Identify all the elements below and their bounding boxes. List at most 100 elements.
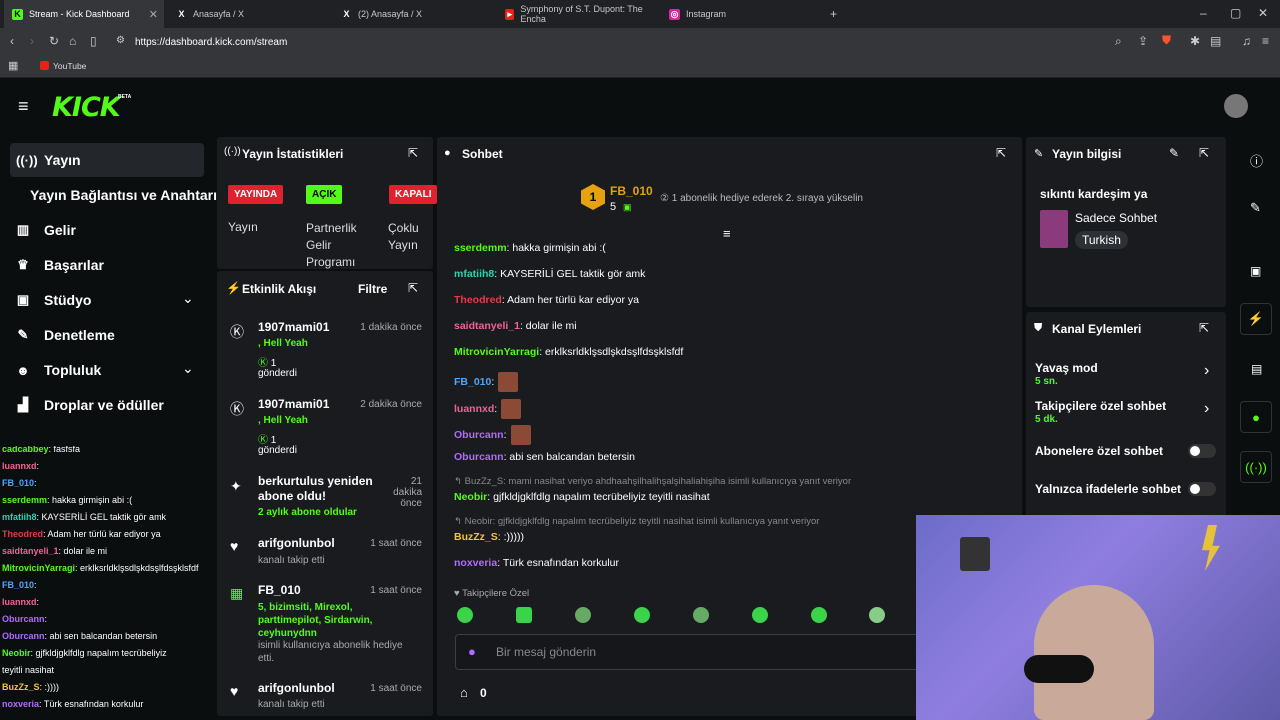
top-gifter-name[interactable]: FB_010 <box>610 184 653 198</box>
tab-x-home[interactable]: X Anasayfa / X <box>168 0 328 28</box>
menu-icon[interactable]: ≡ <box>1262 34 1269 48</box>
sidebar-toggle-icon[interactable]: ▤ <box>1210 34 1221 48</box>
sidebar-item-yayin[interactable]: ((·)) Yayın <box>16 152 81 168</box>
zoom-icon[interactable]: ⌕ <box>1115 34 1122 49</box>
feed-item: ✦ berkurtulus yeniden abone oldu! 21 dak… <box>230 474 422 518</box>
pin-toggle-icon[interactable]: ≡ <box>723 226 731 241</box>
popout-icon[interactable]: ⇱ <box>1199 321 1209 335</box>
bookmark-icon[interactable]: ▯ <box>90 34 97 48</box>
back-icon[interactable]: ‹ <box>10 34 14 48</box>
overlay-text: : <box>36 461 40 471</box>
microphone-icon[interactable]: ● <box>468 644 476 659</box>
info-icon[interactable]: ⓘ <box>1250 151 1263 170</box>
popout-icon[interactable]: ⇱ <box>1199 146 1209 160</box>
chevron-down-icon[interactable]: ⌄ <box>182 290 194 307</box>
overlay-text: : Türk esnafından korkulur <box>39 699 144 709</box>
sidebar-item-stream-key[interactable]: Yayın Bağlantısı ve Anahtarı <box>30 187 217 203</box>
edit-icon[interactable]: ✎ <box>1169 146 1179 160</box>
reload-icon[interactable]: ↻ <box>49 34 59 48</box>
emote-icon[interactable] <box>575 607 591 623</box>
sidebar-item-droplar[interactable]: ▟ Droplar ve ödüller <box>16 397 164 413</box>
emote-icon[interactable] <box>516 607 532 623</box>
tab-label: Symphony of S.T. Dupont: The Encha <box>520 4 643 24</box>
emotes-chat-toggle[interactable] <box>1188 482 1216 496</box>
screenshot-icon[interactable]: ▣ <box>1250 264 1261 278</box>
new-tab-icon[interactable]: + <box>830 7 837 21</box>
apps-grid-icon[interactable]: ▦ <box>8 59 18 72</box>
sidebar-item-topluluk[interactable]: ☻ Topluluk <box>16 362 101 378</box>
broadcast-icon[interactable]: ((·)) <box>1240 451 1272 483</box>
tab-kick-dashboard[interactable]: K Stream - Kick Dashboard ✕ <box>4 0 164 28</box>
overlay-username: Oburcann <box>2 631 45 641</box>
chat-message: FB_010: <box>454 372 519 392</box>
close-window-icon[interactable]: ✕ <box>1258 6 1268 20</box>
tab-label: (2) Anasayfa / X <box>358 9 423 19</box>
chat-input[interactable]: ● Bir mesaj gönderin <box>455 634 920 670</box>
brave-shield-icon[interactable]: ⛊ <box>1162 33 1171 48</box>
tab-youtube[interactable]: ▸ Symphony of S.T. Dupont: The Encha <box>497 0 657 28</box>
close-tab-icon[interactable]: ✕ <box>149 8 158 21</box>
emote-icon[interactable] <box>693 607 709 623</box>
chat-bubble-icon[interactable]: ● <box>1240 401 1272 433</box>
chevron-right-icon[interactable]: › <box>1204 362 1209 380</box>
chat-username[interactable]: mfatiih8 <box>454 268 494 280</box>
sidebar-item-studyo[interactable]: ▣ Stüdyo <box>16 292 92 308</box>
avatar[interactable] <box>1224 94 1248 118</box>
store-icon[interactable]: ⌂ <box>460 685 468 700</box>
chat-username[interactable]: Oburcann <box>454 451 504 463</box>
tab-x-home-2[interactable]: X (2) Anasayfa / X <box>333 0 493 28</box>
emote-icon[interactable] <box>869 607 885 623</box>
chat-username[interactable]: Oburcann <box>454 429 504 441</box>
media-icon[interactable]: ♫ <box>1242 34 1251 48</box>
kick-logo[interactable]: KICK <box>52 92 121 123</box>
maximize-icon[interactable]: ▢ <box>1230 6 1241 20</box>
notes-icon[interactable]: ▤ <box>1251 362 1262 376</box>
chat-username[interactable]: sserdemm <box>454 242 507 254</box>
overlay-chat-line: luannxd: <box>2 597 39 607</box>
chat-username[interactable]: FB_010 <box>454 376 491 388</box>
popout-icon[interactable]: ⇱ <box>996 146 1006 160</box>
hamburger-menu-icon[interactable]: ≡ <box>18 96 29 117</box>
chevron-right-icon[interactable]: › <box>1204 400 1209 418</box>
sidebar-item-basarilar[interactable]: ♛ Başarılar <box>16 257 104 273</box>
tab-instagram[interactable]: ◎ Instagram <box>661 0 821 28</box>
forward-icon[interactable]: › <box>30 34 34 48</box>
chat-username[interactable]: Theodred <box>454 294 502 306</box>
category-name[interactable]: Sadece Sohbet <box>1075 211 1157 225</box>
overlay-username: luannxd <box>2 597 37 607</box>
sidebar-item-gelir[interactable]: ▥ Gelir <box>16 222 76 238</box>
overlay-chat-line: luannxd: <box>2 461 39 471</box>
emote-icon[interactable] <box>752 607 768 623</box>
address-toolbar: ‹ › ↻ ⌂ ▯ ⚙ https://dashboard.kick.com/s… <box>0 28 1280 56</box>
minimize-icon[interactable]: – <box>1200 6 1207 20</box>
chat-username[interactable]: luannxd <box>454 403 494 415</box>
emote-icon[interactable] <box>457 607 473 623</box>
bookmark-youtube[interactable]: YouTube <box>53 61 86 71</box>
extensions-icon[interactable]: ✱ <box>1190 34 1200 48</box>
slow-mode-label[interactable]: Yavaş mod <box>1035 361 1098 375</box>
sidebar-item-denetleme[interactable]: ✎ Denetleme <box>16 327 115 343</box>
chat-username[interactable]: BuzZz_S <box>454 531 498 543</box>
chat-username[interactable]: noxveria <box>454 557 497 569</box>
popout-icon[interactable]: ⇱ <box>408 281 418 295</box>
emote-icon[interactable] <box>811 607 827 623</box>
youtube-icon: ▸ <box>505 8 515 20</box>
home-icon[interactable]: ⌂ <box>69 34 76 48</box>
followers-chat-label[interactable]: Takipçilere özel sohbet <box>1035 399 1166 413</box>
site-settings-icon[interactable]: ⚙ <box>116 35 125 46</box>
category-thumbnail[interactable] <box>1040 210 1068 248</box>
webcam-video <box>916 515 1280 720</box>
stats-icon: ((·)) <box>224 146 241 157</box>
emote-icon[interactable] <box>634 607 650 623</box>
filter-button[interactable]: Filtre <box>358 282 387 296</box>
chat-username[interactable]: saidtanyeli_1 <box>454 320 520 332</box>
edit-icon[interactable]: ✎ <box>1250 200 1261 216</box>
url-field[interactable]: https://dashboard.kick.com/stream <box>135 37 287 48</box>
popout-icon[interactable]: ⇱ <box>408 146 418 160</box>
chat-username[interactable]: MitrovicinYarragi <box>454 346 539 358</box>
share-icon[interactable]: ⇪ <box>1138 34 1148 48</box>
subs-chat-toggle[interactable] <box>1188 444 1216 458</box>
chevron-down-icon[interactable]: ⌄ <box>182 360 194 377</box>
lightning-icon[interactable]: ⚡ <box>1240 303 1272 335</box>
chat-username[interactable]: Neobir <box>454 491 487 503</box>
